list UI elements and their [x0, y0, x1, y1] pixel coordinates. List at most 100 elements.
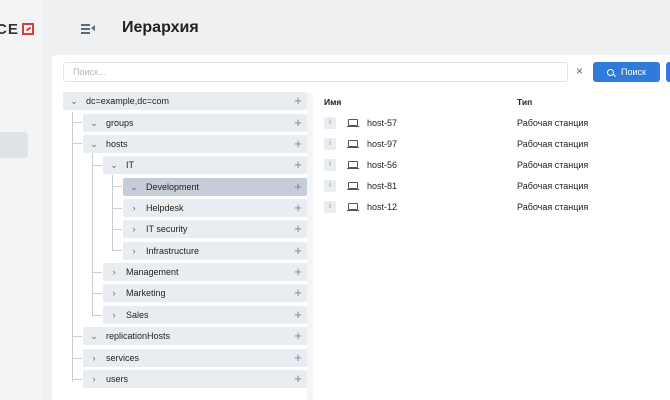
plus-icon[interactable]: + — [289, 220, 307, 238]
tree-node-replication-hosts[interactable]: ⌄ replicationHosts + — [83, 327, 307, 345]
tree-node-label: Helpdesk — [146, 203, 184, 213]
host-name: host-12 — [367, 202, 398, 212]
host-type: Рабочая станция — [517, 202, 589, 212]
info-icon[interactable]: i — [324, 117, 336, 129]
host-name: host-81 — [367, 181, 398, 191]
plus-icon[interactable]: + — [289, 178, 307, 196]
sidebar: CE — [0, 0, 43, 400]
chevron-right-icon[interactable]: › — [107, 267, 121, 277]
info-icon[interactable]: i — [324, 180, 336, 192]
plus-icon[interactable]: + — [289, 242, 307, 260]
laptop-icon — [347, 161, 359, 170]
plus-icon[interactable]: + — [289, 306, 307, 324]
plus-icon[interactable]: + — [289, 284, 307, 302]
column-header-name[interactable]: Имя — [324, 97, 341, 107]
host-name: host-57 — [367, 118, 398, 128]
plus-icon[interactable]: + — [289, 92, 307, 110]
column-header-type[interactable]: Тип — [517, 97, 532, 107]
chevron-right-icon[interactable]: › — [107, 288, 121, 298]
chevron-down-icon[interactable]: ⌄ — [87, 118, 101, 129]
tree-node-label: groups — [106, 118, 134, 128]
table-row[interactable]: i host-57 Рабочая станция — [324, 115, 670, 135]
tree-connector — [92, 272, 102, 273]
tree-connector — [112, 208, 122, 209]
tree-node-label: Development — [146, 182, 200, 192]
plus-icon[interactable]: + — [289, 327, 307, 345]
laptop-icon — [347, 140, 359, 149]
host-name: host-97 — [367, 139, 398, 149]
plus-icon[interactable]: + — [289, 199, 307, 217]
chevron-down-icon[interactable]: ⌄ — [87, 139, 101, 150]
hierarchy-tree: ⌄ dc=example,dc=com + ⌄ groups + ⌄ hosts… — [52, 55, 670, 400]
tree-node-users[interactable]: › users + — [83, 370, 307, 388]
tree-node-label: Management — [126, 267, 179, 277]
tree-connector — [112, 229, 122, 230]
page-title: Иерархия — [122, 19, 199, 36]
tree-node-infrastructure[interactable]: › Infrastructure + — [123, 242, 307, 260]
tree-node-label: IT security — [146, 224, 188, 234]
host-type: Рабочая станция — [517, 139, 589, 149]
plus-icon[interactable]: + — [289, 370, 307, 388]
tree-node-label: IT — [126, 160, 134, 170]
tree-node-label: users — [106, 374, 129, 384]
chevron-right-icon[interactable]: › — [127, 224, 141, 234]
info-icon[interactable]: i — [324, 138, 336, 150]
tree-node-label: dc=example,dc=com — [86, 96, 170, 106]
app-logo[interactable]: CE — [0, 21, 34, 38]
plus-icon[interactable]: + — [289, 349, 307, 367]
plus-icon[interactable]: + — [289, 135, 307, 153]
main-panel: × Поиск ⌄ dc=example,dc=com + ⌄ groups + — [52, 55, 670, 400]
tree-node-groups[interactable]: ⌄ groups + — [83, 114, 307, 132]
sidebar-item-active[interactable] — [0, 132, 28, 158]
plus-icon[interactable]: + — [289, 156, 307, 174]
plus-icon[interactable]: + — [289, 263, 307, 281]
tree-connector — [72, 336, 82, 337]
host-name: host-56 — [367, 160, 398, 170]
tree-node-root[interactable]: ⌄ dc=example,dc=com + — [63, 92, 307, 110]
laptop-icon — [347, 203, 359, 212]
tree-node-it[interactable]: ⌄ IT + — [103, 156, 307, 174]
tree-node-sales[interactable]: › Sales + — [103, 306, 307, 324]
tree-connector — [92, 165, 102, 166]
chevron-down-icon[interactable]: ⌄ — [127, 182, 141, 193]
tree-connector — [112, 186, 122, 187]
table-row[interactable]: i host-12 Рабочая станция — [324, 199, 670, 219]
tree-connector — [72, 379, 82, 380]
chevron-down-icon[interactable]: ⌄ — [67, 96, 81, 107]
tree-node-label: Sales — [126, 310, 149, 320]
info-icon[interactable]: i — [324, 159, 336, 171]
splitter[interactable] — [307, 93, 313, 400]
chevron-down-icon[interactable]: ⌄ — [107, 160, 121, 171]
menu-collapse-icon[interactable] — [81, 23, 95, 35]
tree-node-label: services — [106, 353, 140, 363]
laptop-icon — [347, 182, 359, 191]
chevron-right-icon[interactable]: › — [87, 353, 101, 363]
tree-node-it-security[interactable]: › IT security + — [123, 220, 307, 238]
chevron-right-icon[interactable]: › — [107, 310, 121, 320]
info-icon[interactable]: i — [324, 201, 336, 213]
tree-node-label: Infrastructure — [146, 246, 200, 256]
laptop-icon — [347, 119, 359, 128]
tree-node-label: hosts — [106, 139, 128, 149]
table-row[interactable]: i host-97 Рабочая станция — [324, 136, 670, 156]
tree-connector — [72, 112, 73, 382]
chevron-right-icon[interactable]: › — [127, 203, 141, 213]
tree-node-services[interactable]: › services + — [83, 349, 307, 367]
table-row[interactable]: i host-56 Рабочая станция — [324, 157, 670, 177]
tree-node-label: Marketing — [126, 288, 166, 298]
tree-node-management[interactable]: › Management + — [103, 263, 307, 281]
tree-node-hosts[interactable]: ⌄ hosts + — [83, 135, 307, 153]
plus-icon[interactable]: + — [289, 114, 307, 132]
tree-connector — [72, 122, 82, 123]
tree-node-helpdesk[interactable]: › Helpdesk + — [123, 199, 307, 217]
tree-node-development[interactable]: ⌄ Development + — [123, 178, 307, 196]
chevron-right-icon[interactable]: › — [87, 374, 101, 384]
tree-connector — [72, 143, 82, 144]
logo-mark-icon — [21, 23, 34, 35]
tree-node-marketing[interactable]: › Marketing + — [103, 284, 307, 302]
chevron-down-icon[interactable]: ⌄ — [87, 331, 101, 342]
tree-connector — [92, 315, 102, 316]
table-row[interactable]: i host-81 Рабочая станция — [324, 178, 670, 198]
host-type: Рабочая станция — [517, 160, 589, 170]
chevron-right-icon[interactable]: › — [127, 246, 141, 256]
